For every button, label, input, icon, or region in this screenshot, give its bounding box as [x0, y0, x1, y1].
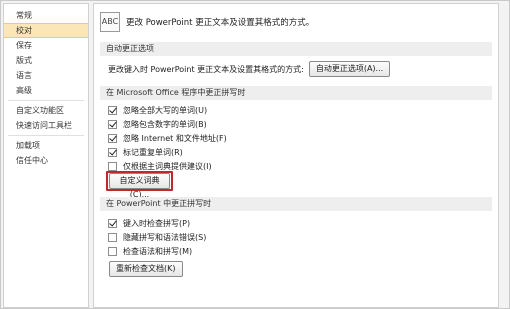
sidebar-item-customize-ribbon[interactable]: 自定义功能区	[4, 103, 88, 118]
spelling-abc-icon: ABC	[100, 12, 120, 32]
sidebar: 常规 校对 保存 版式 语言 高级 自定义功能区 快速访问工具栏 加载项 信任中…	[3, 3, 89, 308]
option-label: 隐藏拼写和语法错误(S)	[123, 232, 207, 242]
sidebar-item-language[interactable]: 语言	[4, 68, 88, 83]
option-label: 仅根据主词典提供建议(I)	[123, 161, 212, 171]
section-title-office-spelling: 在 Microsoft Office 程序中更正拼写时	[100, 86, 492, 100]
icon-label: ABC	[101, 17, 119, 26]
autocorrect-row: 更改键入时 PowerPoint 更正文本及设置其格式的方式: 自动更正选项(A…	[108, 61, 391, 77]
option-label: 键入时检查拼写(P)	[123, 218, 191, 228]
proofing-panel: ABC 更改 PowerPoint 更正文本及设置其格式的方式。 自动更正选项 …	[93, 3, 499, 308]
checkbox[interactable]	[108, 133, 117, 143]
custom-dictionaries-button[interactable]: 自定义词典(C)...	[109, 173, 170, 199]
section-title-autocorrect: 自动更正选项	[100, 42, 492, 56]
autocorrect-label: 更改键入时 PowerPoint 更正文本及设置其格式的方式:	[108, 64, 304, 74]
option-label: 检查语法和拼写(M)	[123, 246, 193, 256]
option-ignore-internet-addresses[interactable]: 忽略 Internet 和文件地址(F)	[108, 132, 227, 144]
checkbox[interactable]	[108, 232, 117, 242]
sidebar-item-proofing[interactable]: 校对	[4, 23, 88, 38]
sidebar-item-add-ins[interactable]: 加载项	[4, 138, 88, 153]
option-label: 忽略 Internet 和文件地址(F)	[123, 133, 227, 143]
sidebar-item-save[interactable]: 保存	[4, 38, 88, 53]
checkbox[interactable]	[108, 119, 117, 129]
sidebar-item-trust-center[interactable]: 信任中心	[4, 153, 88, 168]
sidebar-item-advanced[interactable]: 高级	[4, 83, 88, 98]
section-title-powerpoint-spelling: 在 PowerPoint 中更正拼写时	[100, 197, 492, 211]
checkbox[interactable]	[108, 246, 117, 256]
sidebar-item-quick-access-toolbar[interactable]: 快速访问工具栏	[4, 118, 88, 133]
option-label: 标记重复单词(R)	[123, 147, 183, 157]
panel-header: ABC 更改 PowerPoint 更正文本及设置其格式的方式。	[100, 10, 490, 34]
option-ignore-uppercase[interactable]: 忽略全部大写的单词(U)	[108, 104, 207, 116]
option-check-spelling-as-you-type[interactable]: 键入时检查拼写(P)	[108, 217, 190, 229]
options-dialog: 常规 校对 保存 版式 语言 高级 自定义功能区 快速访问工具栏 加载项 信任中…	[0, 0, 510, 309]
sidebar-item-layout[interactable]: 版式	[4, 53, 88, 68]
checkbox[interactable]	[108, 147, 117, 157]
option-ignore-numbers[interactable]: 忽略包含数字的单词(B)	[108, 118, 207, 130]
sidebar-divider	[8, 100, 84, 101]
autocorrect-options-button[interactable]: 自动更正选项(A)...	[308, 61, 391, 77]
sidebar-divider	[8, 135, 84, 136]
option-hide-spelling-errors[interactable]: 隐藏拼写和语法错误(S)	[108, 231, 206, 243]
checkbox[interactable]	[108, 105, 117, 115]
checkbox[interactable]	[108, 218, 117, 228]
option-label: 忽略包含数字的单词(B)	[123, 119, 207, 129]
recheck-document-button[interactable]: 重新检查文档(K)	[109, 261, 183, 277]
option-flag-repeated-words[interactable]: 标记重复单词(R)	[108, 146, 183, 158]
option-check-grammar-with-spelling[interactable]: 检查语法和拼写(M)	[108, 245, 192, 257]
panel-description: 更改 PowerPoint 更正文本及设置其格式的方式。	[126, 18, 315, 28]
option-label: 忽略全部大写的单词(U)	[123, 105, 208, 115]
checkbox[interactable]	[108, 161, 117, 171]
sidebar-item-general[interactable]: 常规	[4, 8, 88, 23]
